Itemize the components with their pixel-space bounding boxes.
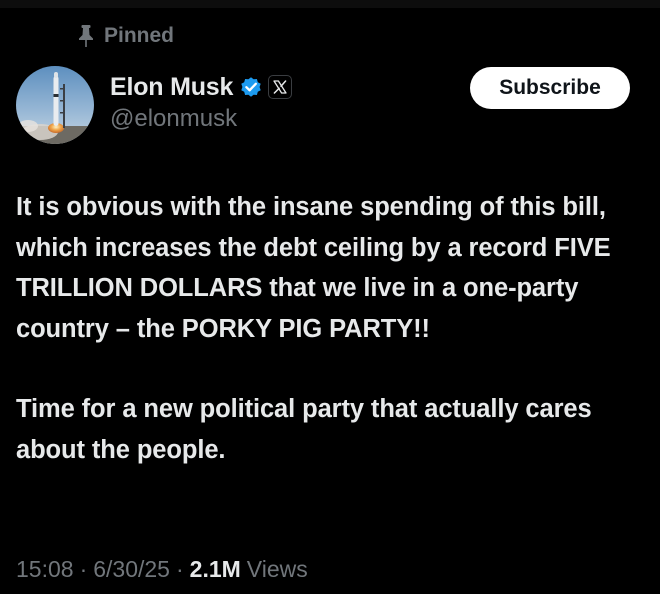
pin-icon xyxy=(78,25,94,47)
meta-separator: · xyxy=(79,556,88,582)
author-handle[interactable]: @elonmusk xyxy=(110,104,292,134)
tweet-time[interactable]: 15:08 xyxy=(16,556,74,583)
display-name[interactable]: Elon Musk xyxy=(110,73,233,102)
name-row: Elon Musk xyxy=(110,70,293,104)
views-label: Views xyxy=(246,556,308,582)
tweet-text: It is obvious with the insane spending o… xyxy=(16,187,652,470)
verified-badge-icon xyxy=(239,75,263,99)
subscribe-button[interactable]: Subscribe xyxy=(470,67,630,109)
views-count[interactable]: 2.1M xyxy=(190,556,241,583)
x-logo-icon[interactable] xyxy=(268,75,293,99)
tweet-paragraph-2: Time for a new political party that actu… xyxy=(16,395,592,464)
tweet-paragraph-1: It is obvious with the insane spending o… xyxy=(16,193,611,343)
author-block: Elon Musk @elonmusk xyxy=(110,70,293,134)
meta-separator: · xyxy=(175,556,184,582)
avatar[interactable] xyxy=(16,66,94,144)
tweet-date[interactable]: 6/30/25 xyxy=(93,556,170,583)
pinned-indicator: Pinned xyxy=(78,22,174,50)
top-divider xyxy=(0,0,660,8)
pinned-label: Pinned xyxy=(104,24,175,47)
tweet-meta: 15:08 · 6/30/25 · 2.1M Views xyxy=(16,556,308,583)
